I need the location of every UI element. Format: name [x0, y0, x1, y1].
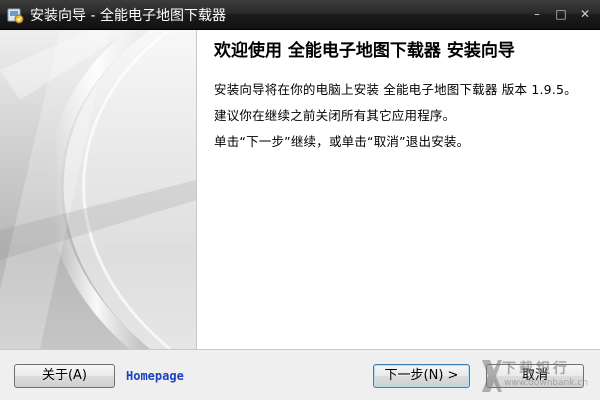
about-button[interactable]: 关于(A) [14, 364, 115, 388]
wizard-button-bar: 关于(A) Homepage 下一步(N) > 取消 [0, 349, 600, 400]
window-title: 安装向导 - 全能电子地图下载器 [30, 7, 226, 24]
cancel-button[interactable]: 取消 [486, 364, 584, 388]
wizard-banner-image [0, 30, 196, 349]
welcome-panel: 欢迎使用 全能电子地图下载器 安装向导 安装向导将在你的电脑上安装 全能电子地图… [196, 30, 600, 349]
welcome-heading: 欢迎使用 全能电子地图下载器 安装向导 [214, 41, 515, 61]
minimize-button[interactable]: – [528, 6, 546, 22]
instructions-text: 单击“下一步”继续，或单击“取消”退出安装。 [214, 134, 470, 149]
next-button[interactable]: 下一步(N) > [373, 364, 470, 388]
installer-window: 安装向导 - 全能电子地图下载器 – □ ✕ 欢迎使用 全能电子地图下载器 安装… [0, 0, 600, 400]
homepage-link[interactable]: Homepage [126, 369, 184, 383]
window-controls: – □ ✕ [528, 6, 594, 22]
maximize-button[interactable]: □ [552, 6, 570, 22]
close-button[interactable]: ✕ [576, 6, 594, 22]
install-info-text: 安装向导将在你的电脑上安装 全能电子地图下载器 版本 1.9.5。 [214, 82, 577, 97]
installer-app-icon [7, 8, 24, 23]
banner-graphic [0, 30, 196, 349]
title-bar[interactable]: 安装向导 - 全能电子地图下载器 – □ ✕ [0, 0, 600, 30]
close-apps-text: 建议你在继续之前关闭所有其它应用程序。 [214, 108, 456, 123]
